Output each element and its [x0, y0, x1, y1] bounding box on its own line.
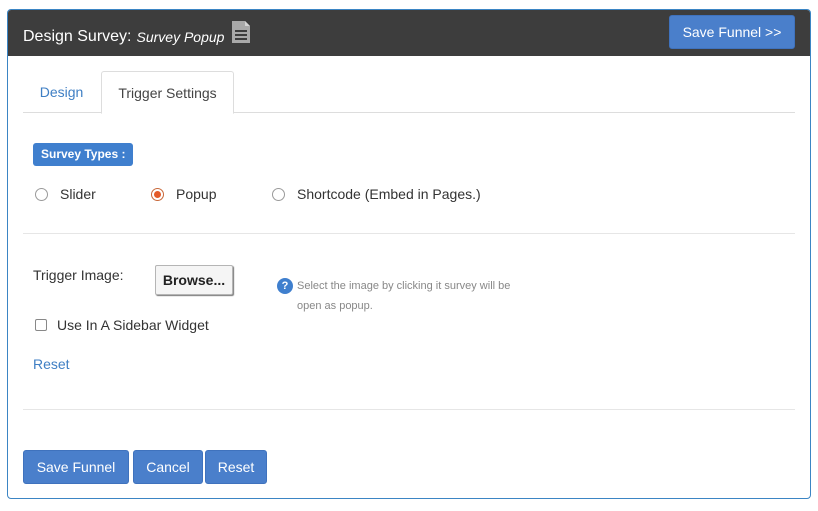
trigger-image-help: Select the image by clicking it survey w…: [297, 280, 511, 312]
tab-design[interactable]: Design: [23, 71, 100, 113]
reset-button[interactable]: Reset: [205, 450, 267, 484]
radio-popup-input[interactable]: [151, 187, 164, 201]
help-icon: ?: [277, 278, 293, 294]
browse-button[interactable]: Browse...: [155, 265, 233, 295]
title-text: Design Survey:: [23, 27, 132, 45]
radio-slider-label: Slider: [60, 186, 96, 202]
radio-shortcode-input[interactable]: [272, 187, 285, 201]
radio-shortcode[interactable]: Shortcode (Embed in Pages.): [272, 186, 481, 202]
cancel-button[interactable]: Cancel: [133, 450, 203, 484]
sidebar-widget-checkbox[interactable]: [35, 319, 47, 331]
radio-slider-input[interactable]: [35, 187, 48, 201]
sidebar-widget-option[interactable]: Use In A Sidebar Widget: [35, 317, 209, 333]
panel-header: Design Survey: Survey Popup Save Funnel …: [8, 10, 810, 56]
tab-trigger-settings[interactable]: Trigger Settings: [101, 71, 234, 114]
radio-shortcode-label: Shortcode (Embed in Pages.): [297, 186, 481, 202]
save-funnel-header-button[interactable]: Save Funnel >>: [669, 15, 795, 49]
radio-popup[interactable]: Popup: [151, 186, 216, 202]
reset-link[interactable]: Reset: [33, 356, 70, 372]
sidebar-widget-label: Use In A Sidebar Widget: [57, 317, 209, 333]
survey-panel: Design Survey: Survey Popup Save Funnel …: [7, 9, 811, 499]
section-divider: [23, 233, 795, 234]
survey-name: Survey Popup: [136, 28, 225, 45]
document-icon: [228, 19, 254, 50]
footer-divider: [23, 409, 795, 410]
save-funnel-button[interactable]: Save Funnel: [23, 450, 129, 484]
trigger-image-label: Trigger Image:: [33, 267, 124, 283]
page-title: Design Survey: Survey Popup: [23, 21, 254, 50]
radio-slider[interactable]: Slider: [35, 186, 96, 202]
survey-types-badge: Survey Types :: [33, 143, 134, 166]
tab-bar: Design Trigger Settings: [23, 71, 795, 114]
radio-popup-label: Popup: [176, 186, 217, 202]
